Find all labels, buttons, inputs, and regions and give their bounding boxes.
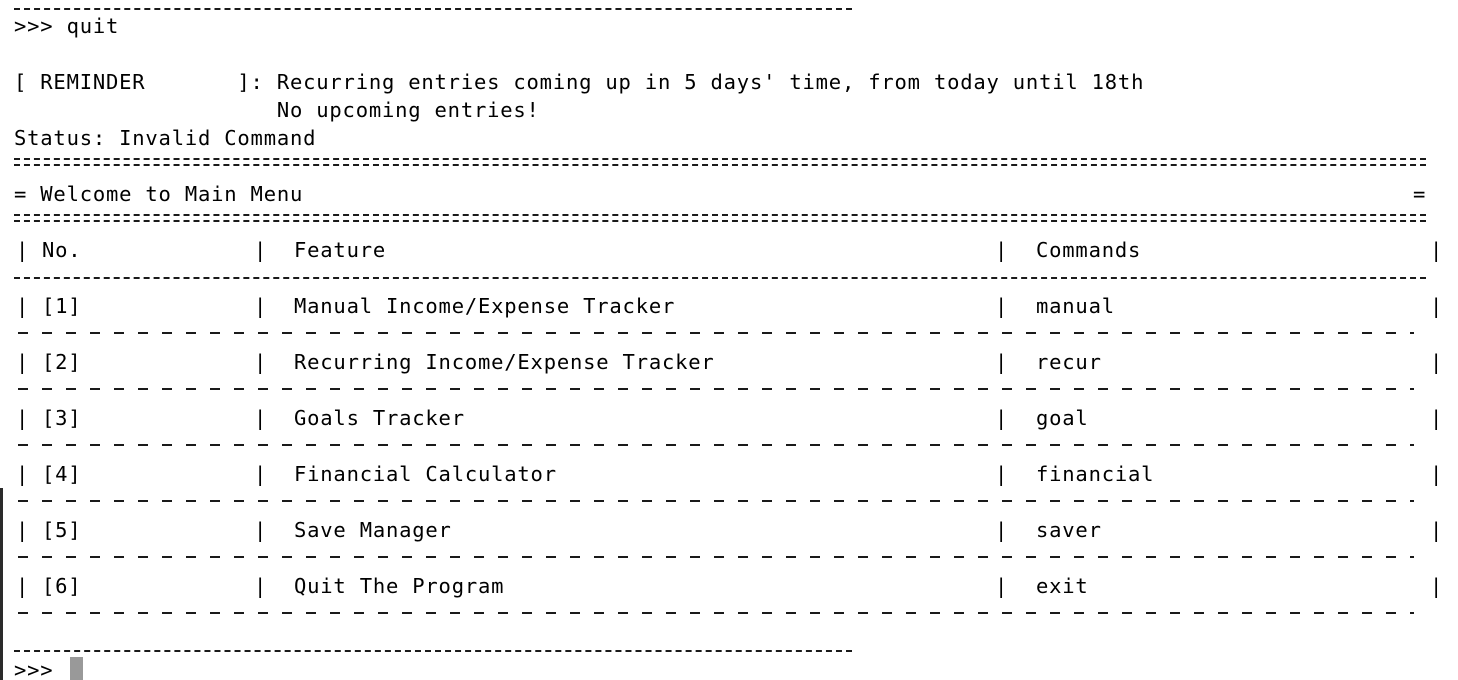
column-border: |: [254, 238, 267, 262]
reminder-line: [ REMINDER ]: Recurring entries coming u…: [14, 70, 1145, 94]
menu-bottom-border: [14, 214, 1426, 222]
column-border: |: [1430, 294, 1443, 318]
row-command: recur: [1036, 350, 1102, 374]
menu-title-right-border: =: [1413, 182, 1427, 206]
column-border: |: [995, 406, 1008, 430]
row-feature: Save Manager: [294, 518, 452, 542]
row-command: financial: [1036, 462, 1155, 486]
row-feature: Quit The Program: [294, 574, 505, 598]
row-feature: Manual Income/Expense Tracker: [294, 294, 676, 318]
row-feature: Recurring Income/Expense Tracker: [294, 350, 715, 374]
row-feature: Goals Tracker: [294, 406, 465, 430]
column-border: |: [1430, 238, 1443, 262]
row-number: [2]: [42, 350, 82, 374]
column-border: |: [254, 518, 267, 542]
column-border: |: [16, 406, 29, 430]
column-border: |: [995, 350, 1008, 374]
column-border: |: [16, 294, 29, 318]
column-border: |: [254, 294, 267, 318]
row-divider: [18, 388, 1414, 390]
column-border: |: [1430, 518, 1443, 542]
column-border: |: [254, 462, 267, 486]
column-border: |: [16, 574, 29, 598]
column-border: |: [16, 350, 29, 374]
row-feature: Financial Calculator: [294, 462, 557, 486]
row-divider: [18, 612, 1414, 614]
column-border: |: [254, 350, 267, 374]
window-edge: [0, 488, 3, 680]
row-divider: [18, 556, 1414, 558]
column-border: |: [254, 406, 267, 430]
header-divider: [14, 277, 1426, 279]
row-number: [5]: [42, 518, 82, 542]
row-divider: [18, 444, 1414, 446]
column-border: |: [1430, 406, 1443, 430]
row-command: manual: [1036, 294, 1115, 318]
row-divider: [18, 332, 1414, 334]
row-number: [1]: [42, 294, 82, 318]
column-border: |: [995, 238, 1008, 262]
row-number: [3]: [42, 406, 82, 430]
column-border: |: [254, 574, 267, 598]
column-border: |: [16, 462, 29, 486]
top-divider: [14, 8, 852, 10]
previous-command-line: >>> quit: [14, 14, 120, 38]
header-no: No.: [42, 238, 82, 262]
row-command: saver: [1036, 518, 1102, 542]
column-border: |: [1430, 350, 1443, 374]
column-border: |: [995, 294, 1008, 318]
terminal-window[interactable]: >>> quit [ REMINDER ]: Recurring entries…: [0, 0, 1458, 680]
column-border: |: [995, 462, 1008, 486]
row-divider: [18, 500, 1414, 502]
text-cursor[interactable]: [70, 657, 83, 680]
column-border: |: [995, 518, 1008, 542]
bottom-divider: [14, 650, 852, 652]
column-border: |: [1430, 574, 1443, 598]
row-command: exit: [1036, 574, 1089, 598]
row-number: [6]: [42, 574, 82, 598]
header-feature: Feature: [294, 238, 386, 262]
menu-title: = Welcome to Main Menu: [14, 182, 304, 206]
status-line: Status: Invalid Command: [14, 126, 317, 150]
menu-top-border: [14, 158, 1426, 166]
column-border: |: [1430, 462, 1443, 486]
row-command: goal: [1036, 406, 1089, 430]
column-border: |: [995, 574, 1008, 598]
command-prompt: >>>: [14, 658, 54, 680]
header-commands: Commands: [1036, 238, 1142, 262]
reminder-detail-line: No upcoming entries!: [14, 98, 540, 122]
column-border: |: [16, 518, 29, 542]
row-number: [4]: [42, 462, 82, 486]
column-border: |: [16, 238, 29, 262]
